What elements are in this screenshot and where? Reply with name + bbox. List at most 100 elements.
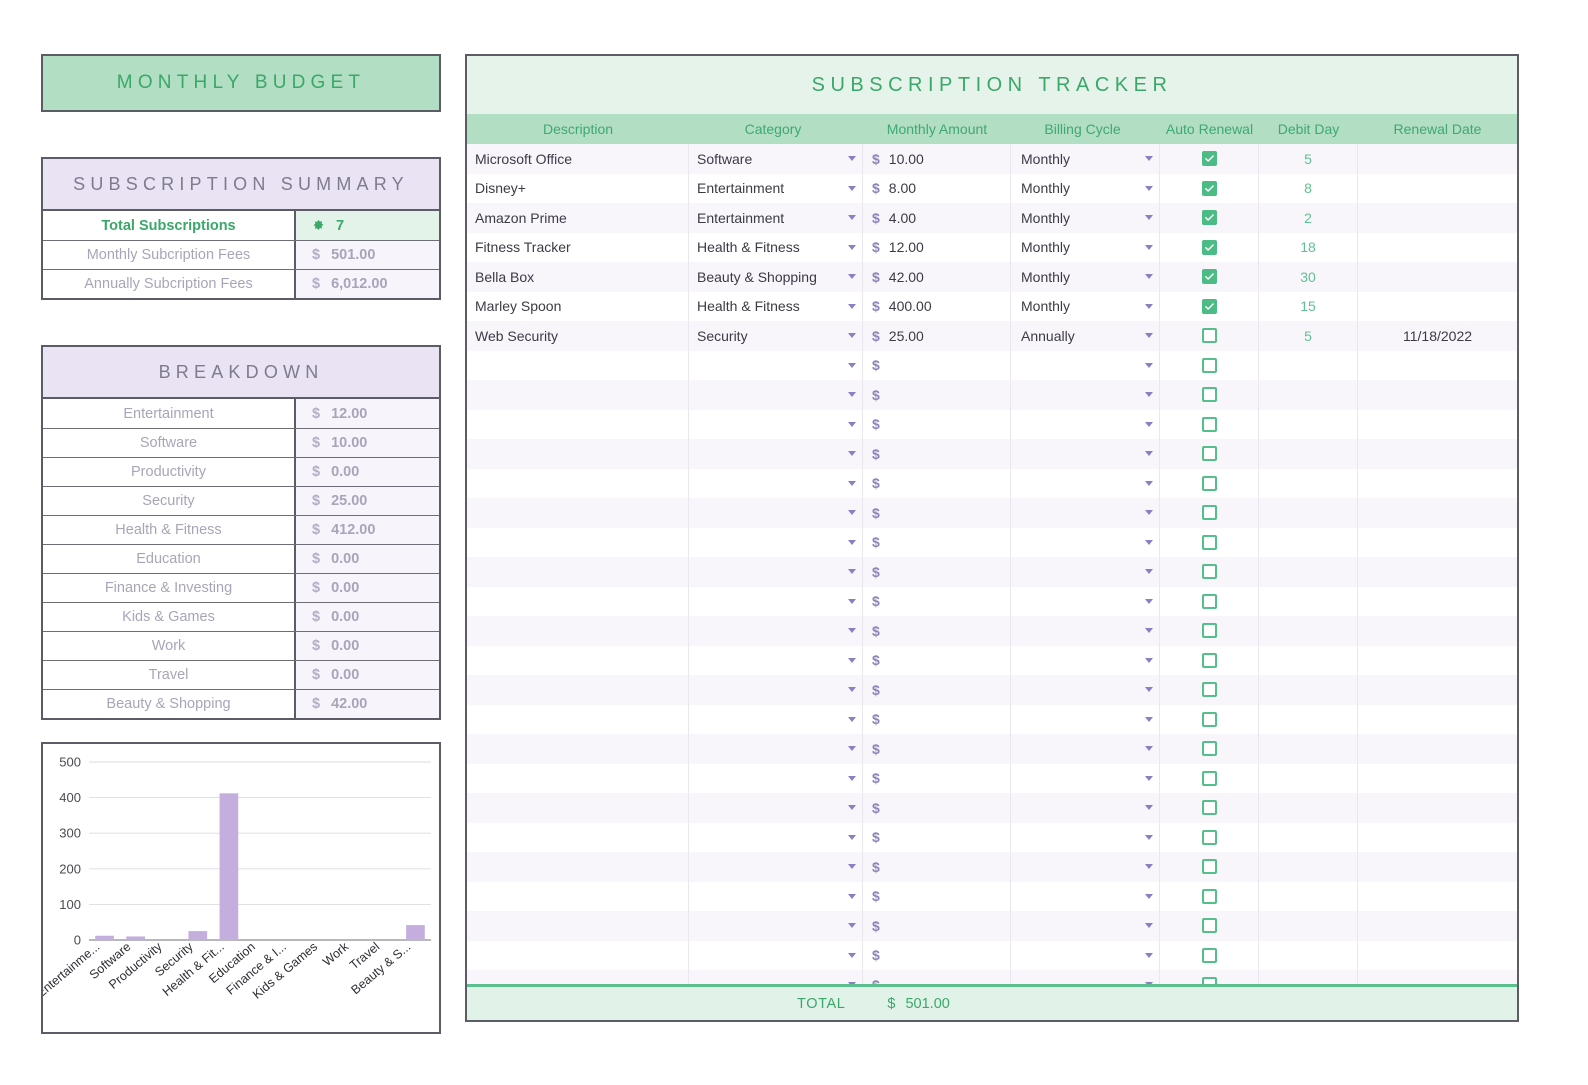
cell-renewal-date[interactable]: [1358, 675, 1517, 705]
chevron-down-icon[interactable]: [1145, 303, 1153, 309]
chevron-down-icon[interactable]: [848, 657, 856, 663]
chevron-down-icon[interactable]: [1145, 834, 1153, 840]
cell-renewal-date[interactable]: [1358, 439, 1517, 469]
cell-billing-cycle-dropdown[interactable]: [1011, 557, 1160, 587]
cell-monthly-amount[interactable]: $: [863, 439, 1011, 469]
chevron-down-icon[interactable]: [1145, 628, 1153, 634]
cell-renewal-date[interactable]: [1358, 616, 1517, 646]
cell-monthly-amount[interactable]: $: [863, 970, 1011, 984]
chevron-down-icon[interactable]: [1145, 244, 1153, 250]
cell-category-dropdown[interactable]: [689, 793, 863, 823]
cell-description[interactable]: [467, 852, 689, 882]
cell-description[interactable]: [467, 616, 689, 646]
cell-debit-day[interactable]: [1259, 616, 1358, 646]
chevron-down-icon[interactable]: [848, 156, 856, 162]
cell-category-dropdown[interactable]: [689, 911, 863, 941]
chevron-down-icon[interactable]: [1145, 421, 1153, 427]
cell-billing-cycle-dropdown[interactable]: [1011, 645, 1160, 675]
cell-description[interactable]: Microsoft Office: [467, 144, 689, 174]
cell-billing-cycle-dropdown[interactable]: [1011, 911, 1160, 941]
checkbox-checked[interactable]: [1201, 210, 1217, 226]
cell-debit-day[interactable]: [1259, 498, 1358, 528]
chevron-down-icon[interactable]: [848, 480, 856, 486]
cell-description[interactable]: [467, 911, 689, 941]
cell-description[interactable]: [467, 704, 689, 734]
chevron-down-icon[interactable]: [848, 952, 856, 958]
chevron-down-icon[interactable]: [1145, 215, 1153, 221]
checkbox-unchecked[interactable]: [1201, 534, 1217, 550]
checkbox-unchecked[interactable]: [1201, 328, 1217, 344]
cell-debit-day[interactable]: [1259, 557, 1358, 587]
chevron-down-icon[interactable]: [1145, 598, 1153, 604]
cell-renewal-date[interactable]: [1358, 734, 1517, 764]
cell-renewal-date[interactable]: [1358, 262, 1517, 292]
chevron-down-icon[interactable]: [848, 392, 856, 398]
checkbox-unchecked[interactable]: [1201, 741, 1217, 757]
cell-debit-day[interactable]: [1259, 527, 1358, 557]
chevron-down-icon[interactable]: [848, 569, 856, 575]
cell-billing-cycle-dropdown[interactable]: [1011, 586, 1160, 616]
checkbox-unchecked[interactable]: [1201, 711, 1217, 727]
cell-description[interactable]: Web Security: [467, 321, 689, 351]
checkbox-unchecked[interactable]: [1201, 829, 1217, 845]
chevron-down-icon[interactable]: [1145, 185, 1153, 191]
cell-renewal-date[interactable]: [1358, 233, 1517, 263]
cell-category-dropdown[interactable]: [689, 970, 863, 984]
cell-renewal-date[interactable]: [1358, 823, 1517, 853]
checkbox-checked[interactable]: [1201, 151, 1217, 167]
cell-category-dropdown[interactable]: [689, 498, 863, 528]
cell-billing-cycle-dropdown[interactable]: [1011, 498, 1160, 528]
cell-renewal-date[interactable]: [1358, 587, 1517, 617]
chevron-down-icon[interactable]: [848, 421, 856, 427]
chevron-down-icon[interactable]: [848, 598, 856, 604]
cell-debit-day[interactable]: [1259, 704, 1358, 734]
checkbox-unchecked[interactable]: [1201, 505, 1217, 521]
cell-category-dropdown[interactable]: [689, 557, 863, 587]
cell-monthly-amount[interactable]: $: [863, 940, 1011, 970]
cell-debit-day[interactable]: [1259, 380, 1358, 410]
chevron-down-icon[interactable]: [1145, 805, 1153, 811]
cell-debit-day[interactable]: [1259, 881, 1358, 911]
cell-billing-cycle-dropdown[interactable]: [1011, 350, 1160, 380]
cell-description[interactable]: [467, 881, 689, 911]
checkbox-checked[interactable]: [1201, 269, 1217, 285]
cell-description[interactable]: [467, 468, 689, 498]
chevron-down-icon[interactable]: [848, 834, 856, 840]
cell-monthly-amount[interactable]: $: [863, 527, 1011, 557]
cell-billing-cycle-dropdown[interactable]: [1011, 439, 1160, 469]
chevron-down-icon[interactable]: [1145, 923, 1153, 929]
cell-debit-day[interactable]: [1259, 645, 1358, 675]
cell-debit-day[interactable]: 18: [1259, 232, 1358, 262]
cell-debit-day[interactable]: [1259, 675, 1358, 705]
chevron-down-icon[interactable]: [848, 982, 856, 984]
chevron-down-icon[interactable]: [848, 362, 856, 368]
cell-renewal-date[interactable]: [1358, 174, 1517, 204]
cell-description[interactable]: [467, 527, 689, 557]
cell-description[interactable]: Amazon Prime: [467, 203, 689, 233]
cell-monthly-amount[interactable]: $8.00: [863, 173, 1011, 203]
cell-monthly-amount[interactable]: $: [863, 409, 1011, 439]
checkbox-unchecked[interactable]: [1201, 564, 1217, 580]
cell-renewal-date[interactable]: 11/18/2022: [1358, 321, 1517, 351]
cell-category-dropdown[interactable]: Entertainment: [689, 203, 863, 233]
chevron-down-icon[interactable]: [848, 805, 856, 811]
cell-category-dropdown[interactable]: Health & Fitness: [689, 232, 863, 262]
chevron-down-icon[interactable]: [1145, 539, 1153, 545]
cell-category-dropdown[interactable]: Security: [689, 321, 863, 351]
cell-debit-day[interactable]: 5: [1259, 144, 1358, 174]
cell-billing-cycle-dropdown[interactable]: Monthly: [1011, 144, 1160, 174]
cell-billing-cycle-dropdown[interactable]: [1011, 793, 1160, 823]
cell-description[interactable]: [467, 793, 689, 823]
chevron-down-icon[interactable]: [1145, 392, 1153, 398]
checkbox-unchecked[interactable]: [1201, 623, 1217, 639]
cell-renewal-date[interactable]: [1358, 380, 1517, 410]
chevron-down-icon[interactable]: [1145, 687, 1153, 693]
cell-debit-day[interactable]: 5: [1259, 321, 1358, 351]
cell-description[interactable]: [467, 557, 689, 587]
cell-monthly-amount[interactable]: $: [863, 350, 1011, 380]
cell-billing-cycle-dropdown[interactable]: Monthly: [1011, 291, 1160, 321]
cell-monthly-amount[interactable]: $: [863, 498, 1011, 528]
chevron-down-icon[interactable]: [848, 451, 856, 457]
cell-debit-day[interactable]: [1259, 439, 1358, 469]
cell-monthly-amount[interactable]: $4.00: [863, 203, 1011, 233]
